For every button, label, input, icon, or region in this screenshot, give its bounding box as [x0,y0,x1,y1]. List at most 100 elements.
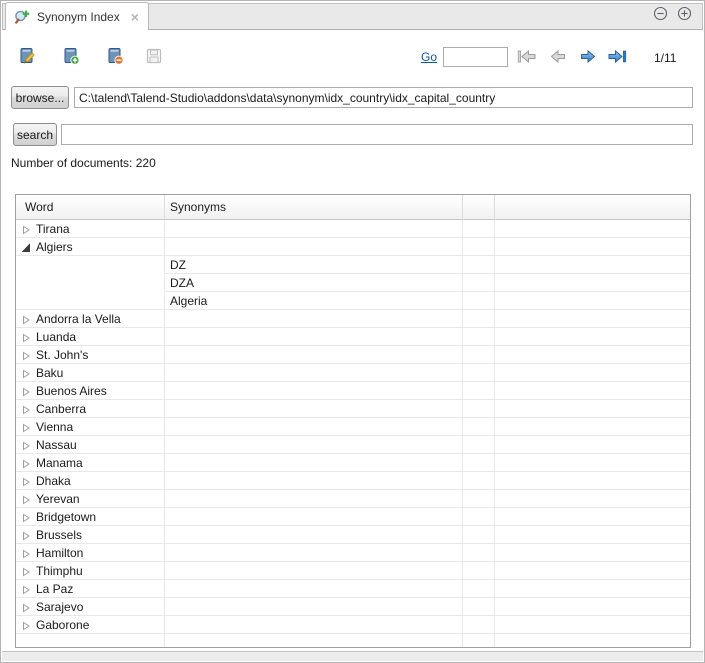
expand-icon[interactable] [22,476,31,486]
table-row[interactable]: Dhaka [16,472,690,490]
expand-icon[interactable] [22,440,31,450]
browse-button[interactable]: browse... [11,86,69,109]
view-frame: Synonym Index × [0,0,705,663]
extra-cell-2 [495,256,690,274]
column-header-empty-2[interactable] [495,195,690,220]
synonym-label: DZ [170,258,186,272]
table-row[interactable]: Hamilton [16,544,690,562]
expand-icon[interactable] [22,494,31,504]
table-row[interactable]: Luanda [16,328,690,346]
column-header-synonyms[interactable]: Synonyms [165,195,463,220]
table-row[interactable]: Buenos Aires [16,382,690,400]
extra-cell-2 [495,544,690,562]
extra-cell-2 [495,526,690,544]
expand-icon[interactable] [22,602,31,612]
expand-icon[interactable] [22,548,31,558]
extra-cell-2 [495,382,690,400]
table-row[interactable]: Thimphu [16,562,690,580]
expand-icon[interactable] [22,332,31,342]
extra-cell-2 [495,580,690,598]
tab-synonym-index[interactable]: Synonym Index × [5,2,149,30]
extra-cell-1 [463,220,495,238]
table-row[interactable]: Vienna [16,418,690,436]
expand-icon[interactable] [22,422,31,432]
maximize-view-button[interactable] [677,6,692,21]
synonym-cell [165,418,463,436]
add-document-button[interactable] [62,47,80,65]
table-row[interactable]: La Paz [16,580,690,598]
expand-icon[interactable] [22,530,31,540]
table-row[interactable]: Sarajevo [16,598,690,616]
word-label: Algiers [36,240,73,254]
extra-cell-1 [463,490,495,508]
table-row[interactable]: Tirana [16,220,690,238]
save-button[interactable] [145,47,163,65]
search-input[interactable] [61,124,693,145]
expand-icon[interactable] [22,584,31,594]
extra-cell-2 [495,328,690,346]
expand-icon[interactable] [22,314,31,324]
collapse-icon[interactable] [22,242,31,252]
expand-icon[interactable] [22,350,31,360]
index-path-input[interactable] [74,87,693,108]
expand-icon[interactable] [22,512,31,522]
word-label: Yerevan [36,492,80,506]
extra-cell-2 [495,454,690,472]
expand-icon[interactable] [22,368,31,378]
first-page-button[interactable] [517,48,537,65]
expand-icon[interactable] [22,224,31,234]
extra-cell-2 [495,292,690,310]
table-row[interactable]: DZA [16,274,690,292]
word-cell: Dhaka [16,472,165,490]
edit-document-button[interactable] [18,47,36,65]
minimize-view-button[interactable] [653,6,668,21]
expand-icon[interactable] [22,386,31,396]
extra-cell-1 [463,328,495,346]
table-row[interactable]: Yerevan [16,490,690,508]
previous-page-button[interactable] [548,48,568,65]
synonym-cell [165,310,463,328]
table-row[interactable]: Algeria [16,292,690,310]
table-row[interactable]: Baku [16,364,690,382]
column-header-word[interactable]: Word [16,195,165,220]
extra-cell-1 [463,616,495,634]
extra-cell-1 [463,472,495,490]
table-row[interactable]: Andorra la Vella [16,310,690,328]
table-row[interactable]: Canberra [16,400,690,418]
synonym-cell [165,580,463,598]
table-row[interactable]: St. John's [16,346,690,364]
synonym-cell [165,328,463,346]
next-page-button[interactable] [578,48,598,65]
table-row[interactable]: Nassau [16,436,690,454]
extra-cell-2 [495,598,690,616]
word-label: Sarajevo [36,600,83,614]
extra-cell-2 [495,220,690,238]
word-cell: Hamilton [16,544,165,562]
last-page-button[interactable] [607,48,627,65]
tab-close-icon[interactable]: × [131,10,139,24]
table-row[interactable]: DZ [16,256,690,274]
extra-cell-1 [463,454,495,472]
table-row[interactable]: Gaborone [16,616,690,634]
synonym-tree-table: Word Synonyms Tirana Algiers DZ DZA Algeria A… [15,194,691,648]
expand-icon[interactable] [22,620,31,630]
table-row[interactable]: Bridgetown [16,508,690,526]
column-header-empty-1[interactable] [463,195,495,220]
expand-icon[interactable] [22,404,31,414]
synonym-cell [165,598,463,616]
table-row[interactable]: Brussels [16,526,690,544]
go-link[interactable]: Go [421,50,437,64]
delete-document-button[interactable] [106,47,124,65]
synonym-cell [165,346,463,364]
expand-icon[interactable] [22,566,31,576]
expand-icon[interactable] [22,458,31,468]
table-row[interactable]: Algiers [16,238,690,256]
synonym-label: Algeria [170,294,207,308]
word-cell: St. John's [16,346,165,364]
extra-cell-2 [495,616,690,634]
go-page-input[interactable] [443,47,508,67]
table-row[interactable]: Manama [16,454,690,472]
extra-cell-1 [463,364,495,382]
extra-cell-2 [495,490,690,508]
search-button[interactable]: search [13,123,57,146]
